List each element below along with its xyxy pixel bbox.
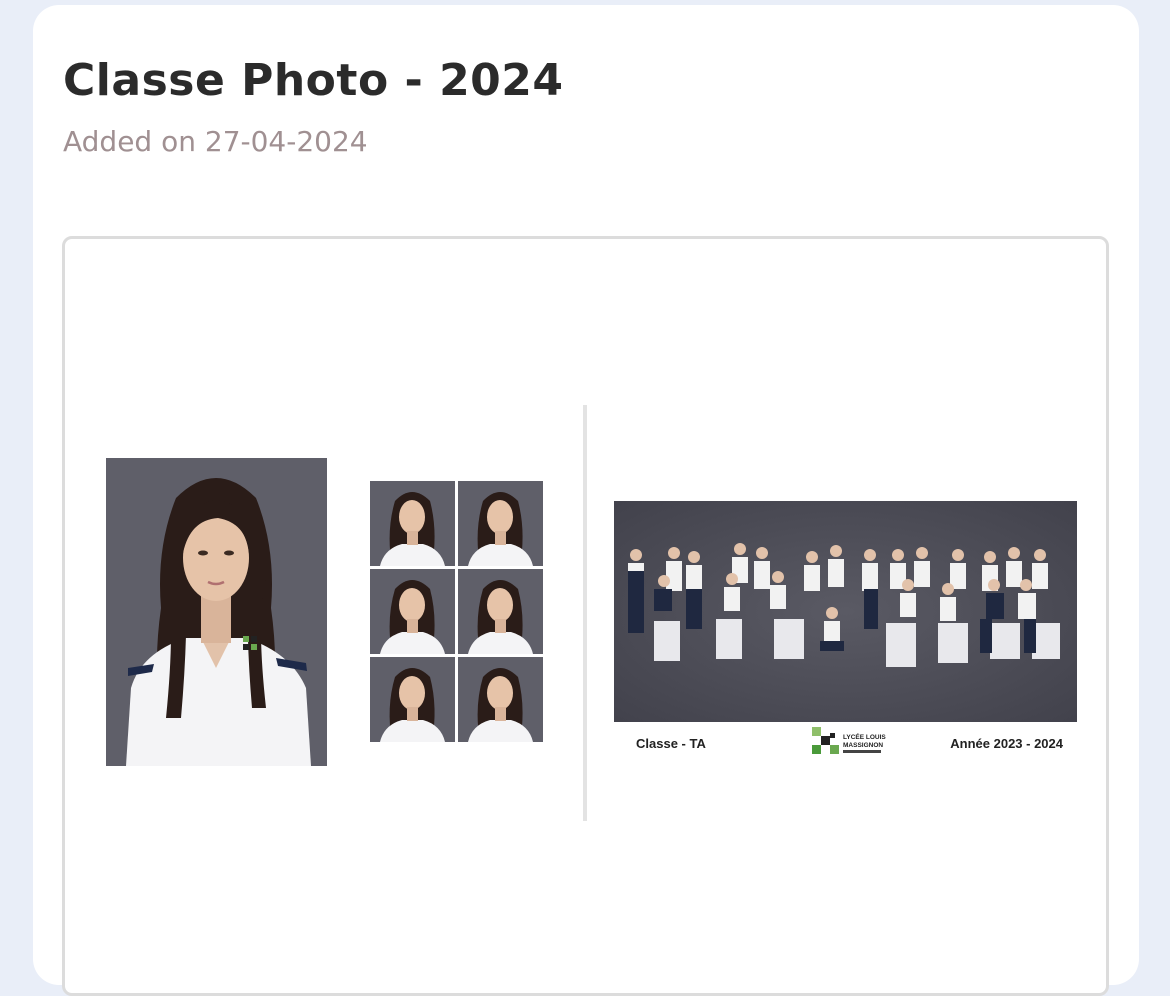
svg-text:LYCÉE LOUIS: LYCÉE LOUIS — [843, 732, 886, 741]
photo-preview-frame: Classe - TA LYCÉE LOUIS MASSIGNON Année … — [62, 236, 1109, 996]
group-photo-caption: Classe - TA LYCÉE LOUIS MASSIGNON Année … — [614, 727, 1077, 759]
year-label: Année 2023 - 2024 — [950, 736, 1063, 751]
id-photo — [370, 569, 455, 654]
page-title: Classe Photo - 2024 — [63, 55, 564, 106]
school-logo-icon: LYCÉE LOUIS MASSIGNON — [812, 727, 892, 757]
added-date: Added on 27-04-2024 — [63, 125, 368, 158]
group-image — [614, 501, 1077, 722]
id-photo — [370, 657, 455, 742]
id-photo — [458, 569, 543, 654]
id-photo — [458, 657, 543, 742]
id-photo — [458, 481, 543, 566]
id-photos-grid[interactable] — [370, 481, 545, 744]
group-photo[interactable] — [614, 501, 1077, 722]
class-label: Classe - TA — [636, 736, 706, 751]
id-photo — [370, 481, 455, 566]
portrait-photo[interactable] — [106, 458, 327, 766]
portrait-image — [106, 458, 327, 766]
divider — [583, 405, 587, 821]
svg-text:MASSIGNON: MASSIGNON — [843, 742, 883, 749]
photo-card: Classe Photo - 2024 Added on 27-04-2024 — [33, 5, 1139, 996]
